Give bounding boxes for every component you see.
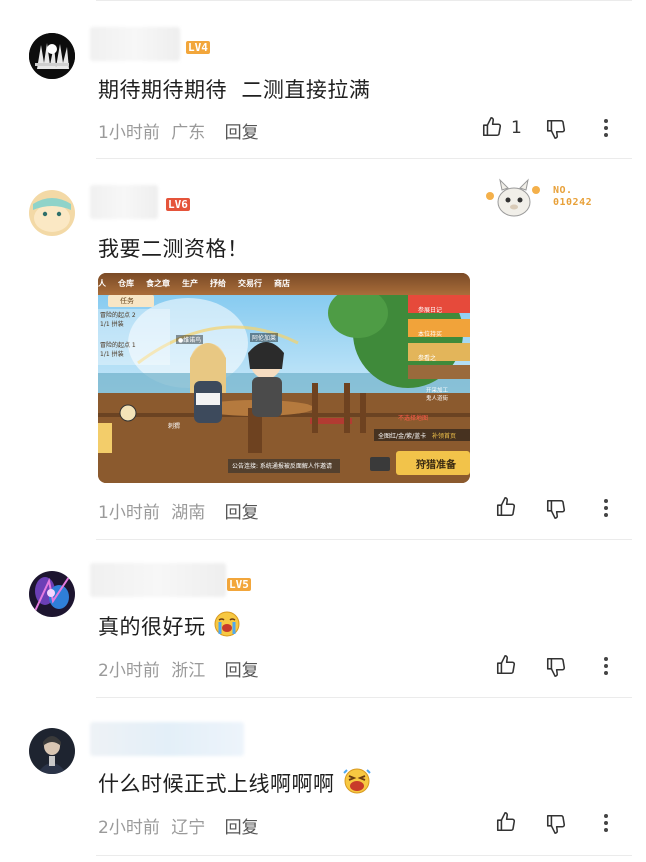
reply-button[interactable]: 回复 [225, 818, 259, 838]
comment-meta: 1小时前 广东 回复 [98, 118, 259, 143]
comment-meta: 2小时前 辽宁 回复 [98, 813, 259, 838]
reply-button[interactable]: 回复 [225, 123, 259, 143]
game-left-label: 刺猬 [168, 423, 181, 430]
level-badge: LV5 [227, 578, 251, 591]
avatar[interactable] [29, 190, 75, 236]
comment-time: 2小时前 [98, 661, 160, 681]
reply-button[interactable]: 回复 [225, 503, 259, 523]
thumb-down-icon[interactable] [545, 498, 567, 524]
comment-time: 1小时前 [98, 503, 160, 523]
avatar[interactable] [29, 728, 75, 774]
game-task-list: 冒险的起点 2 1/1 拼装 冒险的起点 1 1/1 拼装 [100, 311, 136, 359]
game-tab[interactable]: 商店 [274, 278, 290, 289]
game-task-label[interactable]: 任务 [120, 296, 134, 306]
comment-meta: 1小时前 湖南 回复 [98, 498, 259, 523]
comment-time: 1小时前 [98, 123, 160, 143]
screaming-emoji-icon [342, 767, 372, 800]
game-task[interactable]: 冒险的起点 2 [100, 311, 136, 320]
more-vertical-icon[interactable] [596, 497, 616, 523]
game-side-button[interactable]: 参看之 [418, 347, 442, 371]
comment-location: 辽宁 [171, 818, 206, 838]
username-blurred[interactable] [90, 185, 158, 219]
fan-badge-icon [484, 176, 544, 220]
comment-text-content: 真的很好玩 [98, 615, 206, 639]
more-vertical-icon[interactable] [596, 655, 616, 681]
username-blurred[interactable] [90, 27, 180, 61]
username-blurred[interactable] [90, 563, 226, 597]
game-tip-text: 全图红/金/紫/蓝卡 [378, 433, 427, 440]
comment-time: 2小时前 [98, 818, 160, 838]
thumb-up-icon[interactable] [495, 654, 517, 680]
game-task[interactable]: 冒险的起点 1 [100, 341, 136, 350]
comment-location: 浙江 [171, 661, 206, 681]
game-char-tag: 阿伦加莱 [250, 333, 279, 342]
game-tab[interactable]: 食之章 [146, 278, 170, 289]
game-side-button[interactable]: 参展日记 [418, 299, 442, 323]
game-tab[interactable]: 仓库 [118, 278, 134, 289]
thumb-up-icon[interactable] [481, 116, 503, 142]
comment-text: 什么时候正式上线啊啊啊 [98, 767, 372, 800]
like-count: 1 [511, 118, 522, 138]
fan-badge-no-label: NO. [553, 185, 573, 196]
level-badge: LV6 [166, 198, 190, 211]
game-task[interactable]: 1/1 拼装 [100, 350, 136, 359]
more-vertical-icon[interactable] [596, 812, 616, 838]
game-side-button[interactable]: 本位持买 [418, 323, 442, 347]
game-side-buttons: 参展日记 本位持买 参看之 [418, 299, 442, 371]
game-right-info-line: 开采加工 [426, 388, 449, 394]
username-blurred[interactable] [90, 722, 244, 756]
thumb-up-icon[interactable] [495, 496, 517, 522]
comment-text: 我要二测资格！ [98, 237, 249, 261]
level-badge: LV4 [186, 41, 210, 54]
divider [96, 539, 632, 540]
divider [96, 855, 632, 856]
crying-emoji-icon [213, 610, 241, 643]
comment-image[interactable]: 人 仓库 食之章 生产 抒给 交易行 商店 任务 冒险的起点 2 1/1 拼装 … [98, 273, 470, 483]
comment-location: 广东 [171, 123, 206, 143]
comment-text-content: 什么时候正式上线啊啊啊 [98, 772, 335, 796]
game-tab[interactable]: 抒给 [210, 278, 226, 289]
comment-text: 期待期待期待 二测直接拉满 [98, 78, 371, 102]
game-right-info: 开采加工 鬼人道街 [426, 387, 448, 403]
fan-badge-no-value: 010242 [553, 197, 593, 208]
reply-button[interactable]: 回复 [225, 661, 259, 681]
comment-text: 真的很好玩 [98, 610, 241, 643]
divider [96, 697, 632, 698]
thumb-down-icon[interactable] [545, 118, 567, 144]
game-tab[interactable]: 交易行 [238, 278, 262, 289]
game-tab[interactable]: 生产 [182, 278, 198, 289]
thumb-down-icon[interactable] [545, 656, 567, 682]
divider [96, 0, 632, 1]
divider [96, 158, 632, 159]
game-invite-button[interactable]: 邀请 [320, 461, 332, 470]
game-right-info-line: 鬼人道街 [426, 396, 449, 402]
avatar[interactable] [29, 571, 75, 617]
game-bottom-text: 公告连接: 系统通报被反面解人作 [232, 463, 320, 470]
more-vertical-icon[interactable] [596, 117, 616, 143]
game-tab[interactable]: 人 [98, 278, 106, 289]
game-task[interactable]: 1/1 拼装 [100, 320, 136, 329]
avatar[interactable] [29, 33, 75, 79]
thumb-up-icon[interactable] [495, 811, 517, 837]
game-tip-bar: 全图红/金/紫/蓝卡 补领首页 [378, 431, 456, 440]
fan-badge-number: NO. 010242 [553, 185, 592, 209]
game-tip-link[interactable]: 补领首页 [432, 433, 456, 440]
comment-location: 湖南 [171, 503, 206, 523]
comment-meta: 2小时前 浙江 回复 [98, 656, 259, 681]
game-action-button[interactable]: 狩猎准备 [416, 456, 456, 471]
game-char-tag: ●维诺鸟 [176, 335, 204, 344]
game-top-tabs: 人 仓库 食之章 生产 抒给 交易行 商店 [98, 278, 398, 289]
game-red-tip: 不选择地图 [398, 415, 429, 422]
thumb-down-icon[interactable] [545, 813, 567, 839]
